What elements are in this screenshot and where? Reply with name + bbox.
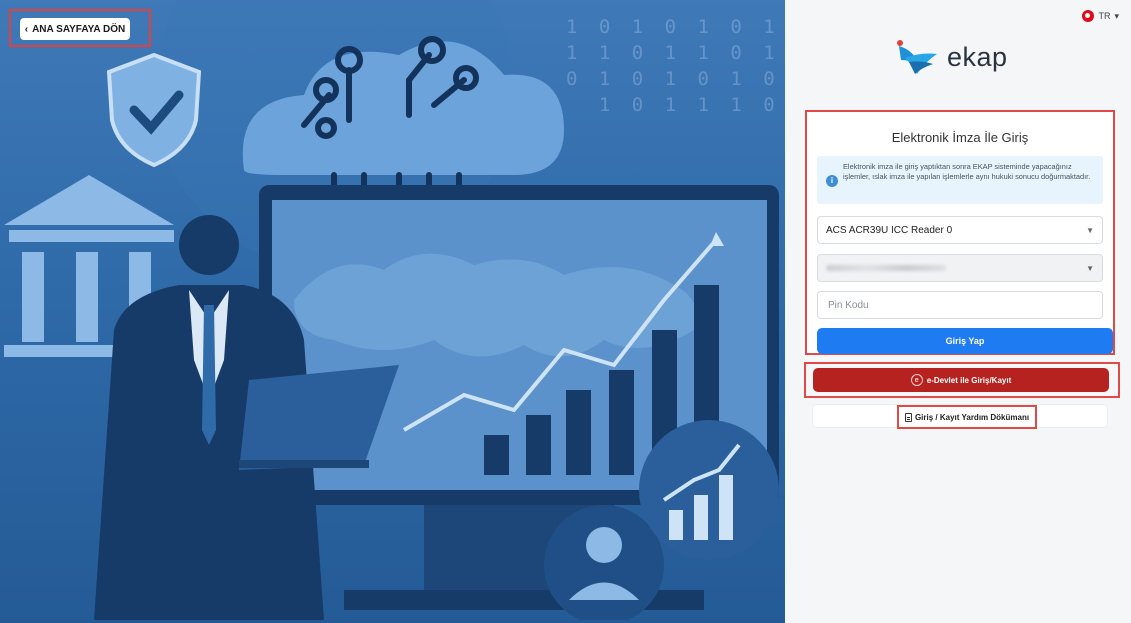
growth-chart-icon bbox=[639, 420, 779, 560]
document-icon bbox=[904, 412, 912, 422]
turkey-flag-icon bbox=[1082, 10, 1095, 22]
pin-code-input[interactable] bbox=[817, 291, 1103, 319]
card-reader-select[interactable]: ACS ACR39U ICC Reader 0 ▼ bbox=[817, 216, 1103, 244]
back-button-label: ANA SAYFAYA DÖN bbox=[32, 23, 126, 35]
chevron-down-icon: ▼ bbox=[1086, 225, 1094, 235]
back-to-home-button[interactable]: ‹ ANA SAYFAYA DÖN bbox=[20, 18, 130, 40]
certificate-select[interactable]: ▼ bbox=[817, 254, 1103, 282]
ekap-logo-text: ekap bbox=[947, 41, 1008, 72]
hero-illustration: 1 0 1 0 1 0 1 0 1 1 1 0 1 1 0 1 0 0 1 0 … bbox=[0, 0, 785, 623]
chevron-down-icon: ▼ bbox=[1086, 263, 1094, 273]
edevlet-label: e-Devlet ile Giriş/Kayıt bbox=[926, 375, 1012, 385]
help-bar: Giriş / Kayıt Yardım Dökümanı bbox=[812, 404, 1108, 429]
binary-pattern: 1 0 1 0 1 0 1 0 1 1 1 0 1 1 0 1 0 0 1 0 … bbox=[566, 16, 780, 116]
ekap-logo: ekap bbox=[895, 38, 1008, 76]
edevlet-login-button[interactable]: e e-Devlet ile Giriş/Kayıt bbox=[813, 368, 1109, 392]
card-title: Elektronik İmza İle Giriş bbox=[891, 130, 1029, 145]
help-document-label: Giriş / Kayıt Yardım Dökümanı bbox=[914, 412, 1030, 422]
e-signature-login-card: Elektronik İmza İle Giriş i Elektronik i… bbox=[805, 110, 1115, 355]
language-code: TR bbox=[1098, 11, 1111, 21]
language-selector[interactable]: TR ▾ bbox=[1082, 10, 1119, 22]
card-reader-value: ACS ACR39U ICC Reader 0 bbox=[826, 224, 953, 236]
info-text: Elektronik imza ile giriş yaptıktan sonr… bbox=[843, 162, 1091, 181]
help-document-link[interactable]: Giriş / Kayıt Yardım Dökümanı bbox=[897, 405, 1037, 429]
info-message: i Elektronik imza ile giriş yaptıktan so… bbox=[817, 156, 1103, 204]
chevron-left-icon: ‹ bbox=[24, 23, 29, 35]
user-avatar-icon bbox=[544, 505, 664, 620]
certificate-value-redacted bbox=[826, 265, 946, 271]
hero-frame: 1 0 1 0 1 0 1 0 1 1 1 0 1 1 0 1 0 0 1 0 … bbox=[4, 0, 784, 620]
login-panel: TR ▾ ekap Elektronik İmza İle Giriş i El… bbox=[785, 0, 1131, 623]
edevlet-highlight: e e-Devlet ile Giriş/Kayıt bbox=[804, 362, 1120, 398]
edevlet-icon: e bbox=[910, 374, 923, 386]
info-icon: i bbox=[826, 175, 838, 187]
login-button[interactable]: Giriş Yap bbox=[817, 328, 1113, 354]
ekap-bird-logo-icon bbox=[897, 40, 937, 74]
chevron-down-icon: ▾ bbox=[1114, 10, 1119, 21]
